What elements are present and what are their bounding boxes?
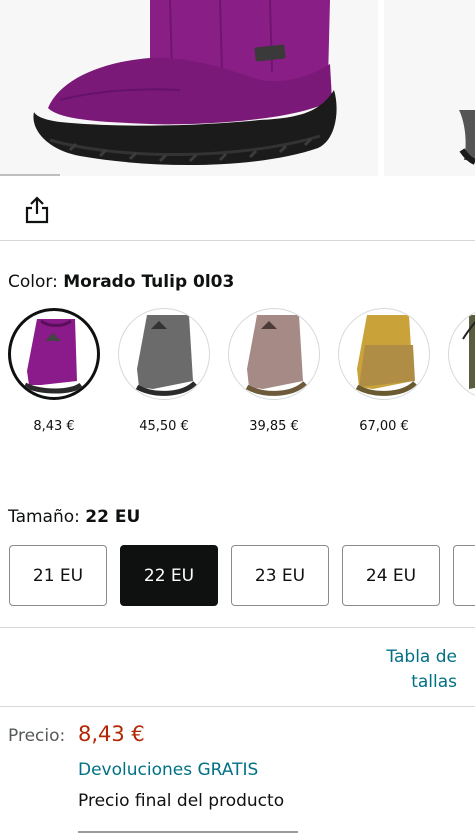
size-chart-link-line1: Tabla de	[386, 647, 457, 667]
swatch-price: 45,50 €	[139, 419, 189, 434]
size-label-prefix: Tamaño:	[8, 507, 80, 527]
color-swatch-gris[interactable]: 45,50 €	[114, 308, 214, 434]
free-returns-link[interactable]: Devoluciones GRATIS	[78, 760, 258, 780]
product-image-carousel[interactable]	[0, 0, 475, 176]
color-label-prefix: Color:	[8, 272, 58, 292]
color-swatch-amarillo[interactable]: 67,00 €	[334, 308, 434, 434]
boot-thumb-purple	[23, 319, 83, 394]
boot-image-next	[459, 110, 475, 165]
swatch-price: 8,43 €	[33, 419, 75, 434]
selected-color-name: Morado Tulip 0l03	[63, 272, 235, 292]
final-price-note: Precio final del producto	[78, 791, 285, 811]
share-icon[interactable]	[24, 195, 50, 225]
swatch-image	[8, 308, 100, 400]
boot-thumb-grey	[135, 315, 197, 396]
color-swatch-verde[interactable]: 6	[444, 308, 475, 434]
swatch-image	[118, 308, 210, 400]
boot-thumb-pink	[245, 315, 307, 396]
color-swatches: 8,43 € 45,50 € 39,85 € 67,00 €	[0, 308, 475, 438]
size-option-22[interactable]: 22 EU	[120, 545, 218, 606]
swatch-price: 6	[444, 419, 475, 434]
color-label: Color: Morado Tulip 0l03	[8, 272, 234, 292]
price-label: Precio:	[8, 726, 66, 746]
size-options: 21 EU 22 EU 23 EU 24 EU	[0, 545, 475, 607]
selected-size-value: 22 EU	[85, 507, 141, 527]
swatch-price: 39,85 €	[249, 419, 299, 434]
swatch-price: 67,00 €	[359, 419, 409, 434]
divider	[0, 627, 475, 628]
boot-thumb-yellow	[355, 315, 417, 396]
swatch-image	[448, 308, 475, 400]
color-swatch-rosa[interactable]: 39,85 €	[224, 308, 324, 434]
size-option-24[interactable]: 24 EU	[342, 545, 440, 606]
size-option-23[interactable]: 23 EU	[231, 545, 329, 606]
swatch-image	[338, 308, 430, 400]
boot-thumb-green	[462, 315, 475, 389]
color-swatch-morado[interactable]: 8,43 €	[4, 308, 104, 434]
product-image-main[interactable]	[0, 0, 378, 176]
size-label: Tamaño: 22 EU	[8, 507, 140, 527]
product-image-next[interactable]	[384, 0, 475, 176]
price-row: Precio: 8,43 €	[8, 722, 145, 746]
size-chart-link[interactable]: Tabla de tallas	[357, 645, 457, 695]
size-option-more[interactable]	[453, 545, 475, 606]
size-option-21[interactable]: 21 EU	[9, 545, 107, 606]
swatch-image	[228, 308, 320, 400]
share-row	[0, 177, 475, 241]
divider	[0, 706, 475, 707]
size-chart-link-line2: tallas	[411, 672, 457, 692]
cutoff-text	[78, 829, 378, 837]
carousel-indicator	[0, 174, 60, 176]
boot-image	[33, 0, 337, 166]
price-value: 8,43 €	[78, 722, 145, 746]
